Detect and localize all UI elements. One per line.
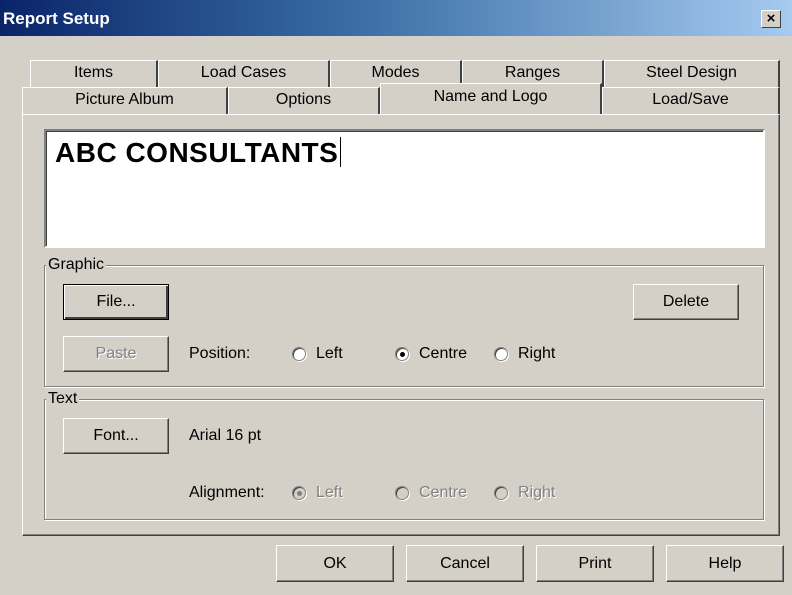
tab-load-cases[interactable]: Load Cases [158,60,330,87]
alignment-right-label[interactable]: Right [518,484,555,502]
tab-load-save-label: Load/Save [652,91,729,108]
tab-items[interactable]: Items [30,60,158,87]
file-button[interactable]: File... [63,284,169,320]
print-button[interactable]: Print [536,545,654,582]
close-icon: × [766,10,776,27]
alignment-right-radio[interactable] [494,486,508,500]
company-name-text: ABC CONSULTANTS [55,137,342,169]
tab-options-label: Options [275,91,332,108]
graphic-legend: Graphic [46,256,107,273]
position-left-radio[interactable] [292,347,306,361]
tab-name-and-logo-label: Name and Logo [433,88,548,105]
cancel-button[interactable]: Cancel [406,545,524,582]
tab-items-label: Items [73,64,114,81]
alignment-left-label[interactable]: Left [316,484,343,502]
ok-button[interactable]: OK [276,545,394,582]
position-centre-label[interactable]: Centre [419,345,467,363]
tab-name-and-logo[interactable]: Name and Logo [380,83,602,114]
tab-options[interactable]: Options [228,87,380,114]
paste-button[interactable]: Paste [63,336,169,372]
position-label: Position: [189,345,251,362]
tab-ranges-label: Ranges [504,64,561,81]
tab-modes-label: Modes [371,64,420,81]
text-caret [340,137,342,167]
help-button[interactable]: Help [666,545,784,582]
alignment-centre-label[interactable]: Centre [419,484,467,502]
text-legend: Text [46,390,80,407]
position-centre-radio[interactable] [395,347,409,361]
tab-picture-album-label: Picture Album [75,91,174,108]
radio-selected-dot [297,491,302,496]
company-name-input[interactable]: ABC CONSULTANTS [44,129,765,248]
font-value: Arial 16 pt [189,427,262,444]
alignment-centre-radio[interactable] [395,486,409,500]
radio-selected-dot [400,352,405,357]
window-title: Report Setup [3,9,110,28]
tab-load-cases-label: Load Cases [200,64,287,81]
alignment-label: Alignment: [189,484,265,501]
tab-steel-design[interactable]: Steel Design [604,60,780,87]
delete-button[interactable]: Delete [633,284,739,320]
title-bar: Report Setup × [0,0,792,36]
position-left-label[interactable]: Left [316,345,343,363]
tab-steel-design-label: Steel Design [646,64,737,81]
position-right-label[interactable]: Right [518,345,555,363]
alignment-left-radio[interactable] [292,486,306,500]
tab-picture-album[interactable]: Picture Album [22,87,228,114]
position-right-radio[interactable] [494,347,508,361]
close-button[interactable]: × [761,10,781,28]
font-button[interactable]: Font... [63,418,169,454]
tab-load-save[interactable]: Load/Save [602,87,780,114]
